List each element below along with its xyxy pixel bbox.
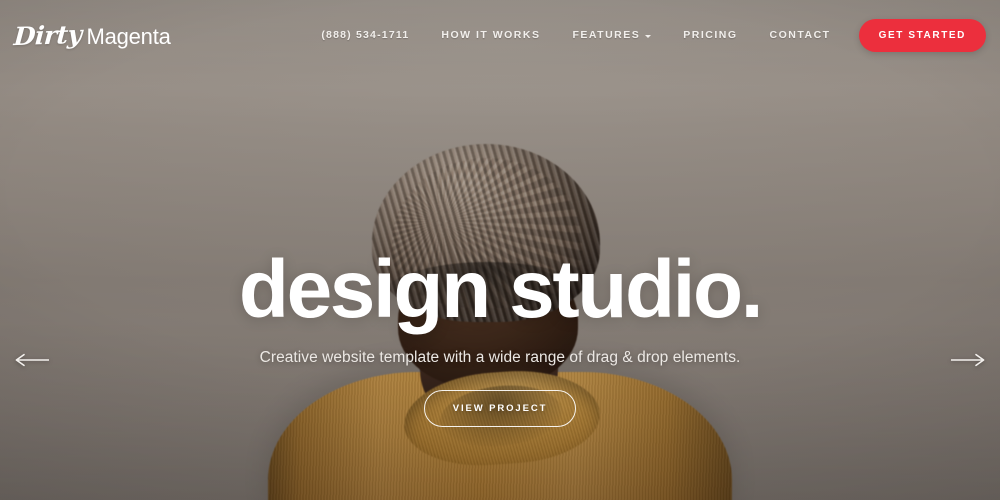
nav-item-features-label: FEATURES (572, 29, 641, 41)
slider-prev-arrow[interactable] (0, 340, 64, 380)
hero-headline: design studio. (238, 244, 764, 335)
hero-slider-stage: Dirty Magenta (888) 534-1711 HOW IT WORK… (0, 0, 1000, 500)
view-project-button[interactable]: VIEW PROJECT (423, 390, 577, 428)
chevron-down-icon (645, 34, 652, 38)
brand-logo-script-word: Dirty (12, 19, 83, 51)
slider-next-arrow[interactable] (936, 340, 1000, 380)
get-started-button[interactable]: GET STARTED (858, 18, 986, 52)
primary-navigation: (888) 534-1711 HOW IT WORKS FEATURES PRI… (305, 18, 986, 52)
arrow-left-icon (15, 353, 49, 367)
nav-phone-number[interactable]: (888) 534-1711 (305, 21, 425, 49)
nav-item-features[interactable]: FEATURES (556, 21, 667, 49)
nav-item-pricing[interactable]: PRICING (667, 21, 753, 49)
hero-subheadline: Creative website template with a wide ra… (259, 349, 741, 367)
arrow-right-icon (951, 353, 985, 367)
brand-logo-plain-word: Magenta (86, 23, 171, 49)
brand-logo[interactable]: Dirty Magenta (12, 19, 171, 51)
nav-item-how-it-works-label: HOW IT WORKS (441, 29, 541, 41)
nav-item-how-it-works[interactable]: HOW IT WORKS (425, 21, 556, 49)
nav-item-contact[interactable]: CONTACT (754, 21, 847, 49)
nav-item-pricing-label: PRICING (683, 29, 738, 41)
site-header: Dirty Magenta (888) 534-1711 HOW IT WORK… (0, 0, 1000, 70)
nav-item-contact-label: CONTACT (769, 29, 831, 41)
